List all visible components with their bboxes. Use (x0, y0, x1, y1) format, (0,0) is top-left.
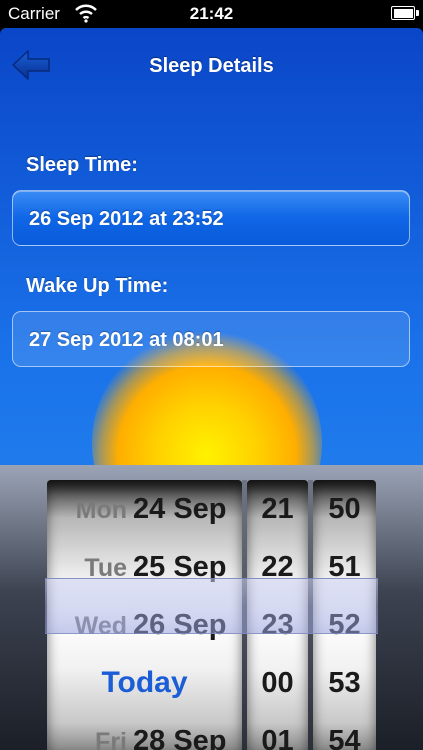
weekday-label: Fri (95, 728, 127, 750)
sleep-time-field[interactable]: 26 Sep 2012 at 23:52 (12, 190, 410, 246)
picker-minute-row-selected[interactable]: 52 (313, 596, 376, 654)
day-label: 28 Sep (133, 725, 227, 750)
weekday-label: Mon (75, 496, 127, 524)
picker-date-row[interactable]: Fri 28 Sep (47, 712, 242, 750)
date-time-picker: Mon 24 Sep Tue 25 Sep Wed 26 Sep Today Fri 2… (0, 465, 423, 750)
picker-date-row-selected[interactable]: Wed 26 Sep (47, 596, 242, 654)
picker-minute-row[interactable]: 50 (313, 480, 376, 538)
picker-hour-row[interactable]: 21 (247, 480, 308, 538)
picker-hour-row[interactable]: 22 (247, 538, 308, 596)
picker-minute-row[interactable]: 53 (313, 654, 376, 712)
weekday-label: Tue (84, 554, 127, 582)
picker-minute-row[interactable]: 51 (313, 538, 376, 596)
date-wheel[interactable]: Mon 24 Sep Tue 25 Sep Wed 26 Sep Today Fri 2… (47, 480, 242, 750)
picker-hour-row[interactable]: 00 (247, 654, 308, 712)
picker-date-row[interactable]: Mon 24 Sep (47, 480, 242, 538)
day-label: 26 Sep (133, 609, 227, 641)
page-title: Sleep Details (149, 55, 274, 77)
minute-wheel[interactable]: 50 51 52 53 54 (313, 480, 376, 750)
wheel-divider (308, 480, 313, 750)
day-label: 25 Sep (133, 551, 227, 583)
status-bar: Carrier 21:42 (0, 0, 423, 28)
picker-today-row[interactable]: Today (47, 654, 242, 712)
wake-time-field[interactable]: 27 Sep 2012 at 08:01 (12, 311, 410, 367)
picker-minute-row[interactable]: 54 (313, 712, 376, 750)
wake-time-label: Wake Up Time: (26, 275, 169, 297)
wheel-divider (242, 480, 247, 750)
status-time: 21:42 (189, 4, 234, 23)
sleep-time-label: Sleep Time: (26, 154, 138, 176)
picker-hour-row-selected[interactable]: 23 (247, 596, 308, 654)
weekday-label: Wed (74, 612, 127, 640)
nav-bar: Sleep Details (0, 28, 423, 108)
hour-wheel[interactable]: 21 22 23 00 01 (247, 480, 308, 750)
picker-date-row[interactable]: Tue 25 Sep (47, 538, 242, 596)
picker-hour-row[interactable]: 01 (247, 712, 308, 750)
battery-icon (391, 6, 419, 20)
day-label: 24 Sep (133, 493, 227, 525)
